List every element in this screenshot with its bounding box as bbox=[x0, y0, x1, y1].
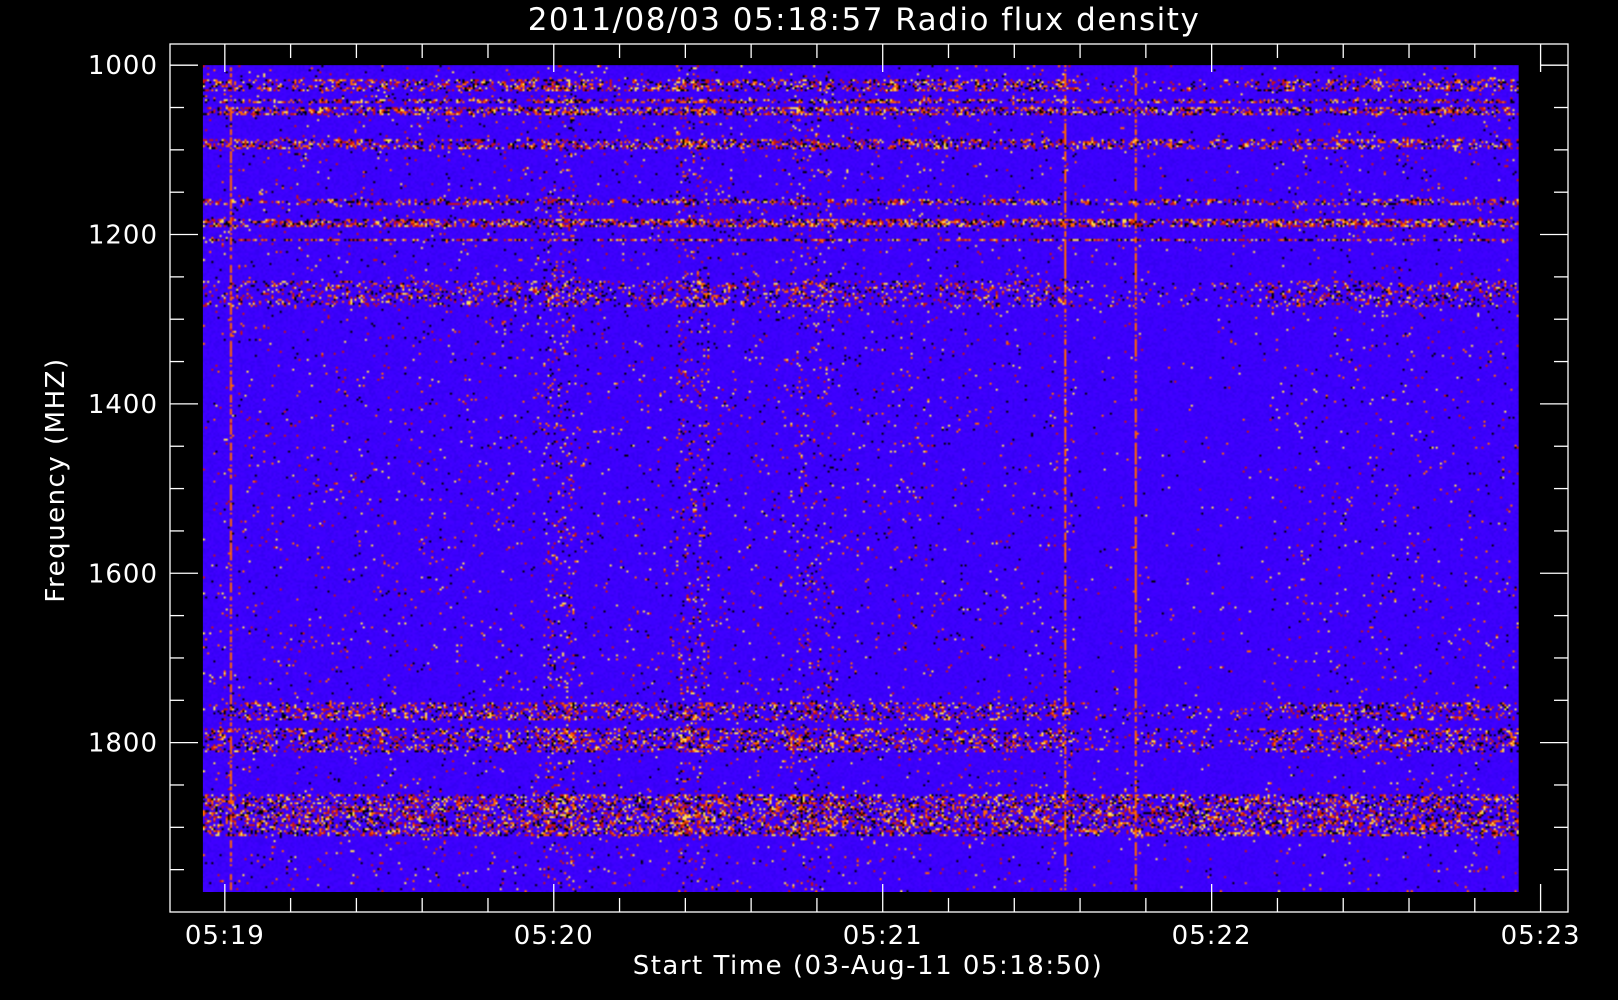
x-tick-label: 05:21 bbox=[843, 921, 923, 951]
x-tick-label: 05:20 bbox=[514, 921, 594, 951]
y-tick-label: 1400 bbox=[88, 390, 158, 420]
spectrogram-chart: 2011/08/03 05:18:57 Radio flux density 0… bbox=[0, 0, 1618, 1000]
x-axis-title: Start Time (03-Aug-11 05:18:50) bbox=[633, 951, 1104, 981]
y-axis-title: Frequency (MHZ) bbox=[41, 357, 71, 602]
chart-title: 2011/08/03 05:18:57 Radio flux density bbox=[528, 2, 1201, 38]
x-tick-label: 05:19 bbox=[185, 921, 265, 951]
y-tick-label: 1800 bbox=[88, 729, 158, 759]
spectrogram-image bbox=[202, 65, 1519, 893]
y-tick-label: 1200 bbox=[88, 221, 158, 251]
x-tick-label: 05:23 bbox=[1501, 921, 1581, 951]
y-tick-label: 1000 bbox=[88, 51, 158, 81]
x-tick-label: 05:22 bbox=[1172, 921, 1252, 951]
y-tick-label: 1600 bbox=[88, 559, 158, 589]
